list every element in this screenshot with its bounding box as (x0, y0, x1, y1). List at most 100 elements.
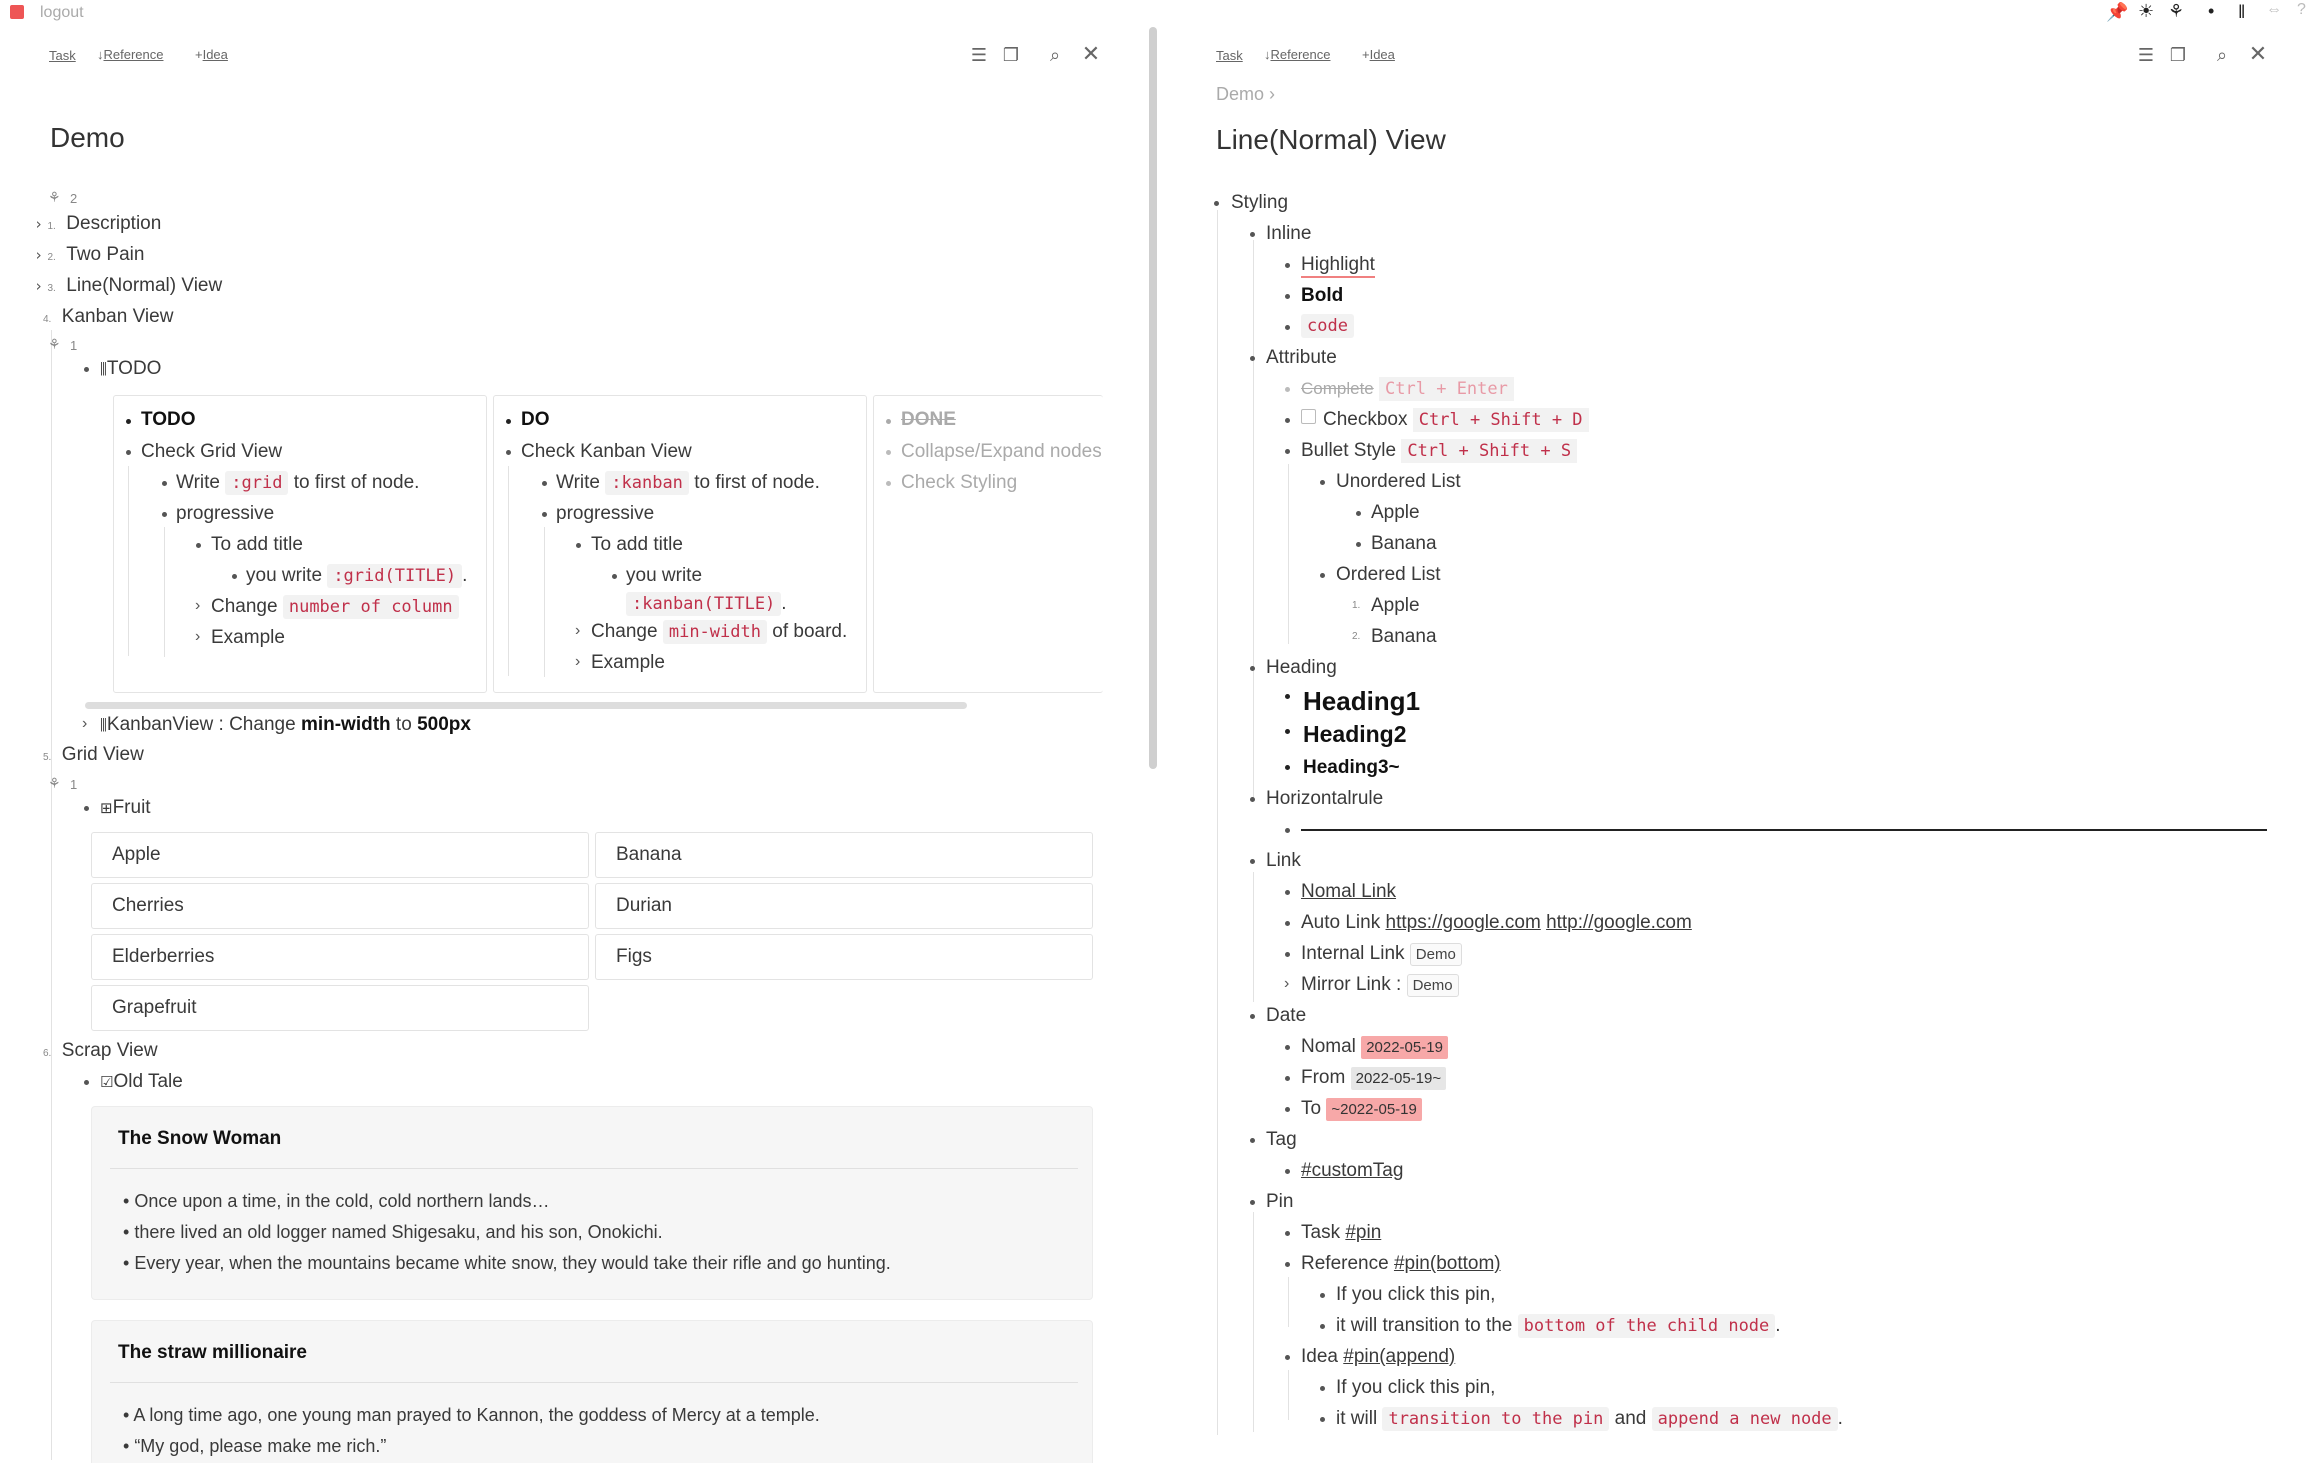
grid-cell[interactable]: Apple (91, 832, 589, 878)
scrap-node[interactable]: ☑Old Tale (100, 1071, 183, 1093)
bullet[interactable] (1285, 921, 1290, 926)
chevron-right-icon[interactable]: › (575, 622, 580, 640)
window-icon[interactable]: ❐ (1000, 44, 1022, 66)
task-button[interactable]: Task (49, 48, 76, 63)
chevron-right-icon[interactable]: › (82, 715, 87, 733)
bullet[interactable] (542, 481, 547, 486)
bullet[interactable] (886, 481, 891, 486)
bullet[interactable] (1285, 418, 1290, 423)
bullet[interactable] (232, 574, 237, 579)
theme-sun-icon[interactable]: ☀ (2138, 1, 2154, 22)
outline-item-kanban-view[interactable]: 4. Kanban View (43, 306, 173, 328)
bullet[interactable] (506, 450, 511, 455)
grid-cell[interactable]: Banana (595, 832, 1093, 878)
chevron-right-icon[interactable]: › (195, 597, 200, 615)
normal-link[interactable]: Nomal Link (1301, 881, 1396, 903)
bullet[interactable] (1250, 232, 1255, 237)
close-icon[interactable]: ✕ (2247, 43, 2269, 65)
task-button[interactable]: Task (1216, 48, 1243, 63)
pin-tag[interactable]: #pin (1345, 1222, 1381, 1243)
chevron-right-icon[interactable]: › (575, 653, 580, 671)
grid-cell[interactable]: Cherries (91, 883, 589, 929)
bullet[interactable] (162, 481, 167, 486)
bullet[interactable] (162, 512, 167, 517)
grid-cell[interactable]: Grapefruit (91, 985, 589, 1031)
breadcrumb[interactable]: Demo › (1216, 84, 1275, 105)
bullet[interactable] (612, 574, 617, 579)
bullet[interactable] (1285, 325, 1290, 330)
help-icon[interactable]: ? (2297, 1, 2306, 19)
outline-item-scrap-view[interactable]: 6. Scrap View (43, 1040, 158, 1062)
grid-cell[interactable]: Elderberries (91, 934, 589, 980)
bullet[interactable] (506, 419, 511, 424)
left-pane-scrollbar[interactable] (1149, 27, 1157, 769)
bullet[interactable] (126, 419, 131, 424)
url-link[interactable]: https://google.com (1386, 912, 1541, 933)
custom-tag[interactable]: #customTag (1301, 1160, 1403, 1182)
zoom-icon[interactable]: ⌕ (1044, 44, 1066, 66)
bullet[interactable] (1250, 1014, 1255, 1019)
grid-node[interactable]: ⊞Fruit (100, 797, 151, 819)
resize-icon[interactable]: ⇔ (2266, 1, 2282, 19)
bullet[interactable] (886, 419, 891, 424)
date-badge[interactable]: 2022-05-19 (1361, 1036, 1448, 1059)
bullet[interactable] (1250, 797, 1255, 802)
logout-link[interactable]: logout (40, 4, 84, 22)
zoom-icon[interactable]: ⌕ (2211, 44, 2233, 66)
url-link[interactable]: http://google.com (1546, 912, 1692, 933)
bullet[interactable] (1320, 480, 1325, 485)
bullet[interactable] (1285, 294, 1290, 299)
close-icon[interactable]: ✕ (1080, 43, 1102, 65)
bullet[interactable] (576, 543, 581, 548)
bullet[interactable] (1285, 387, 1290, 392)
chevron-right-icon[interactable]: › (1284, 975, 1289, 993)
bullet[interactable] (1285, 1076, 1290, 1081)
outline-item-description[interactable]: › 1. Description (34, 213, 161, 235)
bullet[interactable] (1356, 511, 1361, 516)
bullet[interactable] (1320, 1417, 1325, 1422)
expand-chevron-icon[interactable]: › (34, 215, 43, 233)
bullet[interactable] (542, 512, 547, 517)
bullet[interactable] (1320, 573, 1325, 578)
bullet[interactable] (1285, 1169, 1290, 1174)
pin-tag[interactable]: #pin(append) (1343, 1346, 1455, 1367)
window-icon[interactable]: ❐ (2167, 44, 2189, 66)
outline-item-two-pain[interactable]: › 2. Two Pain (34, 244, 144, 266)
pin-tag[interactable]: #pin(bottom) (1394, 1253, 1501, 1274)
bullet[interactable] (126, 450, 131, 455)
bullet[interactable] (196, 543, 201, 548)
bullet[interactable] (1285, 729, 1290, 734)
bullet[interactable] (1285, 1262, 1290, 1267)
expand-chevron-icon[interactable]: › (34, 277, 43, 295)
bullet[interactable] (1285, 263, 1290, 268)
bullet[interactable] (1250, 356, 1255, 361)
bullet[interactable] (1214, 201, 1219, 206)
bullet[interactable] (1250, 666, 1255, 671)
idea-button[interactable]: +Idea (1362, 47, 1395, 62)
checkbox[interactable] (1301, 409, 1316, 424)
bullet[interactable] (1320, 1293, 1325, 1298)
mirror-link[interactable]: Demo (1406, 974, 1459, 997)
bullet[interactable] (1285, 765, 1290, 770)
internal-link[interactable]: Demo (1409, 943, 1462, 966)
bullet[interactable] (84, 1080, 89, 1085)
bullet[interactable] (1320, 1386, 1325, 1391)
outline-item-grid-view[interactable]: 5. Grid View (43, 744, 144, 766)
bullet[interactable] (1320, 1324, 1325, 1329)
bullet[interactable] (1250, 1138, 1255, 1143)
bullet[interactable] (1250, 1200, 1255, 1205)
outline-icon[interactable]: ☰ (968, 44, 990, 66)
date-badge[interactable]: 2022-05-19~ (1350, 1067, 1447, 1090)
reference-button[interactable]: ↓Reference (97, 47, 163, 62)
date-badge[interactable]: ~2022-05-19 (1326, 1098, 1422, 1121)
outline-item-line-view[interactable]: › 3. Line(Normal) View (34, 275, 222, 297)
bullet[interactable] (886, 450, 891, 455)
reference-button[interactable]: ↓Reference (1264, 47, 1330, 62)
bullet[interactable] (1356, 542, 1361, 547)
grid-cell[interactable]: Figs (595, 934, 1093, 980)
bullet[interactable] (1285, 1045, 1290, 1050)
outline-icon[interactable]: ☰ (2135, 44, 2157, 66)
bullet[interactable] (1285, 1107, 1290, 1112)
bullet[interactable] (1285, 1355, 1290, 1360)
kanban-scrollbar[interactable] (85, 702, 967, 709)
